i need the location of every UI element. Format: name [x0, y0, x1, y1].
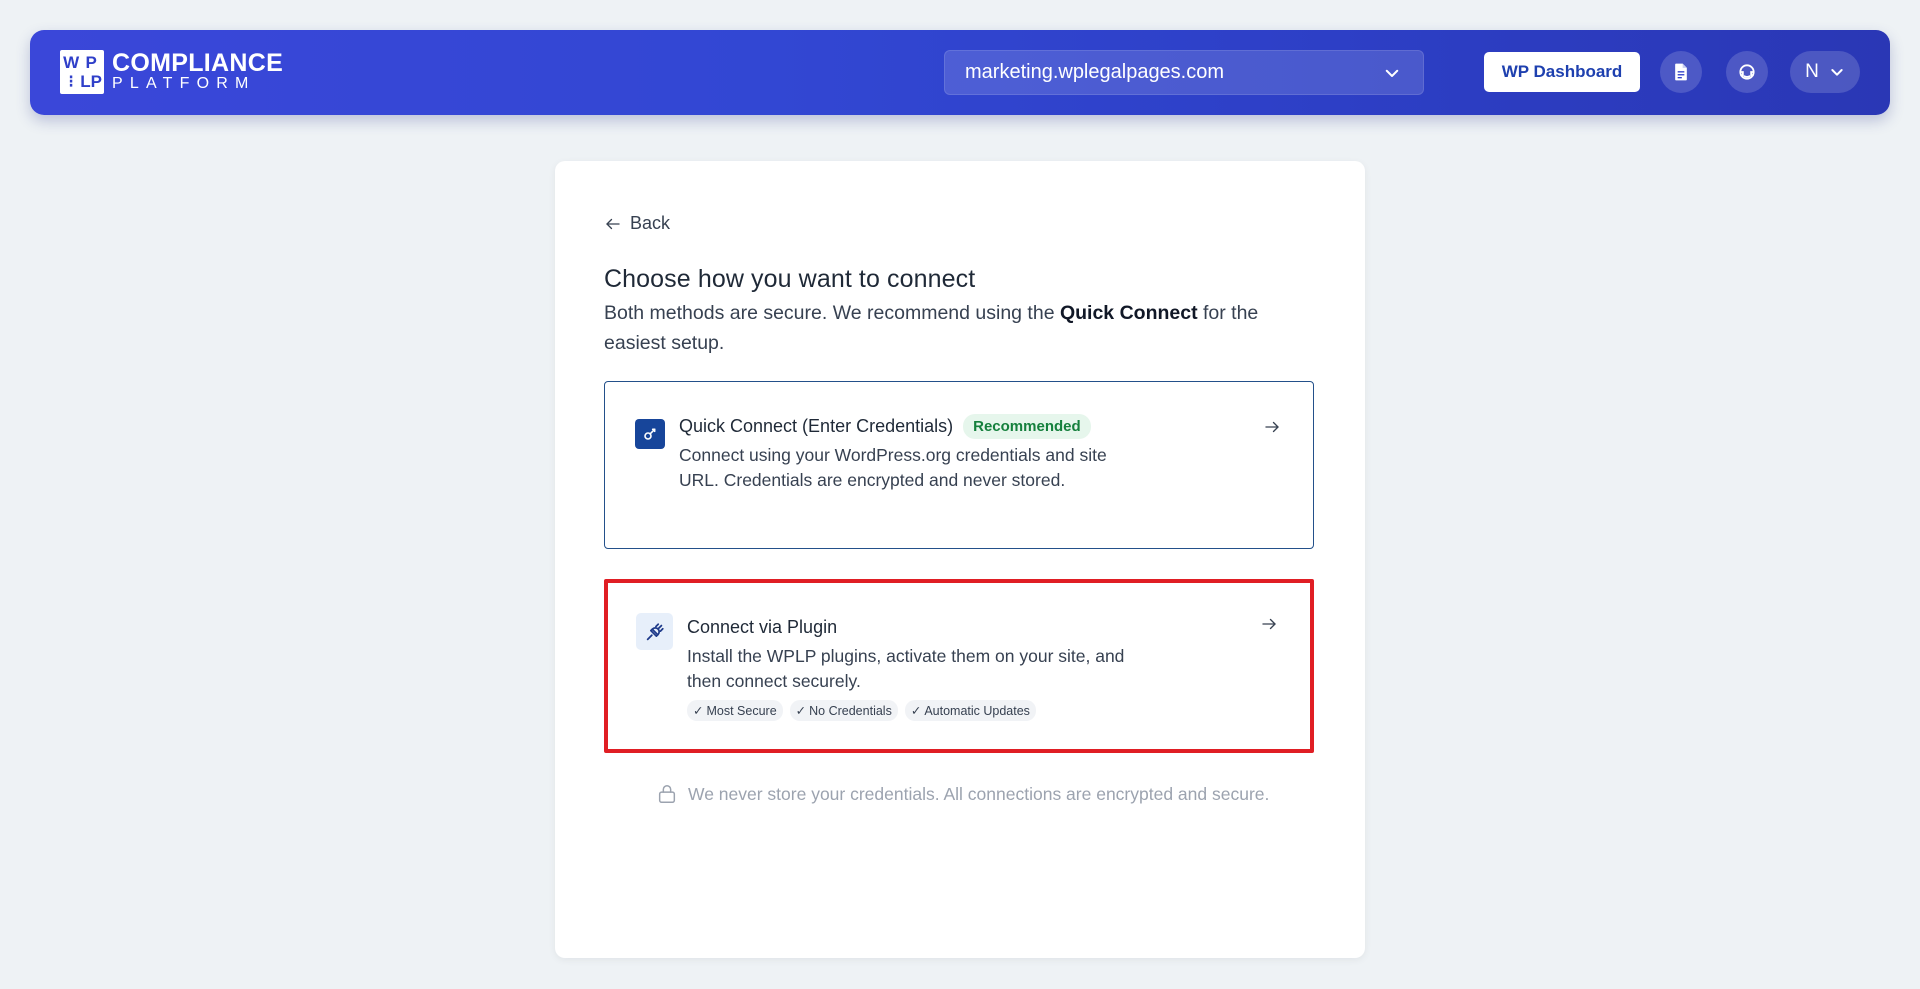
support-icon [1739, 64, 1755, 80]
page-title: Choose how you want to connect [604, 265, 976, 293]
connect-via-plugin-body: Connect via Plugin Install the WPLP plug… [687, 613, 1127, 721]
connect-via-plugin-title-row: Connect via Plugin [687, 613, 1127, 641]
logo-mark-letters-bottom: LP [80, 72, 102, 91]
logo-line-2: PLATFORM [112, 75, 256, 92]
security-note: We never store your credentials. All con… [656, 783, 1269, 805]
subtitle-emphasis: Quick Connect [1059, 302, 1198, 324]
chevron-down-icon [1831, 69, 1843, 76]
arrow-right-icon [1262, 618, 1276, 630]
quick-connect-title-row: Quick Connect (Enter Credentials) Recomm… [679, 412, 1119, 440]
feature-tags: ✓ Most Secure ✓ No Credentials ✓ Automatic … [687, 700, 1127, 721]
feature-tag: ✓ Automatic Updates [904, 700, 1036, 721]
plug-icon [636, 613, 673, 650]
feature-tag-label: No Credentials [809, 703, 892, 718]
arrow-left-icon [606, 218, 620, 229]
chevron-down-icon [1385, 69, 1399, 77]
user-menu[interactable]: N [1790, 51, 1860, 93]
logo-mark-letters-top: W [63, 53, 80, 72]
feature-tag: ✓ No Credentials [789, 700, 898, 721]
support-button[interactable] [1726, 51, 1768, 93]
site-selector[interactable]: marketing.wplegalpages.com [944, 50, 1424, 95]
security-note-text: We never store your credentials. All con… [688, 783, 1270, 804]
logo-mark-letters-bottom: ⁝ [68, 72, 74, 91]
back-label: Back [630, 213, 671, 233]
arrow-right-icon [1265, 421, 1279, 433]
logo-mark: W P ⁝ LP [60, 50, 104, 94]
connect-method-card: Back Choose how you want to connect Both… [555, 161, 1365, 958]
logo-text: COMPLIANCE PLATFORM [112, 51, 283, 93]
wp-dashboard-button[interactable]: WP Dashboard [1484, 52, 1640, 92]
site-selector-value: marketing.wplegalpages.com [965, 61, 1225, 83]
feature-tag-label: Most Secure [706, 703, 777, 718]
page-subtitle: Both methods are secure. We recommend us… [604, 298, 1304, 358]
subtitle-text: Both methods are secure. We recommend us… [604, 302, 1060, 324]
top-navigation-bar: W P ⁝ LP COMPLIANCE PLATFORM marketing.w… [30, 30, 1890, 115]
connect-via-plugin-title: Connect via Plugin [687, 616, 838, 637]
logo-line-1: COMPLIANCE [112, 49, 284, 77]
user-initial: N [1805, 61, 1819, 82]
quick-connect-option[interactable]: Quick Connect (Enter Credentials) Recomm… [604, 381, 1314, 549]
logo-mark-letters-top: P [85, 53, 97, 72]
feature-tag: ✓ Most Secure [687, 700, 783, 721]
quick-connect-title: Quick Connect (Enter Credentials) [679, 415, 954, 436]
key-icon [635, 419, 665, 449]
check-icon: ✓ [795, 704, 807, 718]
check-icon: ✓ [693, 704, 704, 718]
logo[interactable]: W P ⁝ LP COMPLIANCE PLATFORM [60, 50, 283, 94]
quick-connect-body: Quick Connect (Enter Credentials) Recomm… [679, 412, 1119, 493]
documents-button[interactable] [1660, 51, 1702, 93]
check-icon: ✓ [910, 704, 922, 718]
back-link[interactable]: Back [604, 213, 670, 234]
quick-connect-description: Connect using your WordPress.org credent… [679, 445, 1107, 490]
connect-via-plugin-description: Install the WPLP plugins, activate them … [687, 646, 1125, 691]
connect-via-plugin-option[interactable]: Connect via Plugin Install the WPLP plug… [604, 579, 1314, 753]
recommended-badge: Recommended [963, 413, 1091, 439]
feature-tag-label: Automatic Updates [924, 703, 1030, 718]
document-icon [1675, 63, 1687, 81]
lock-icon [658, 785, 676, 803]
